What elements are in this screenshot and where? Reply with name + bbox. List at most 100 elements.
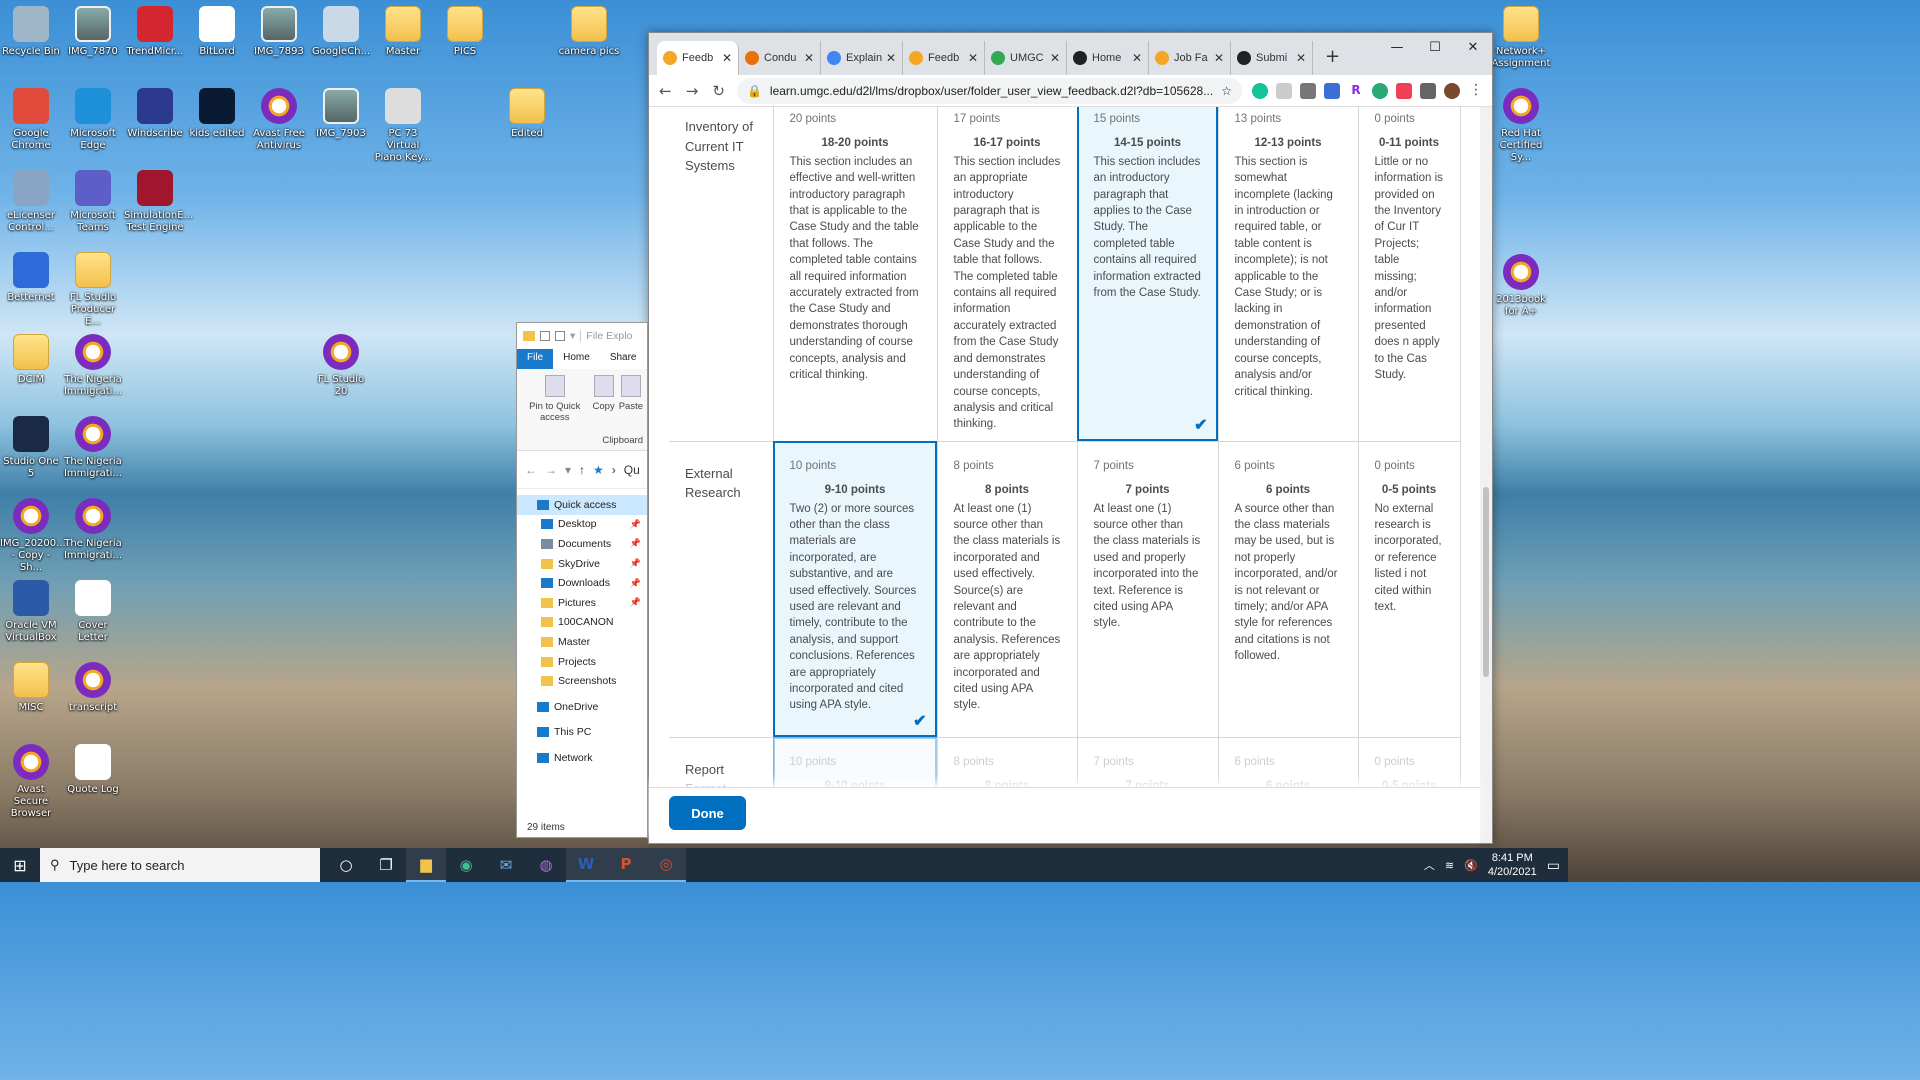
close-tab-icon[interactable]: ✕	[804, 51, 814, 65]
done-button[interactable]: Done	[669, 796, 746, 830]
close-tab-icon[interactable]: ✕	[1132, 51, 1142, 65]
desktop-icon[interactable]: PICS	[434, 6, 496, 58]
close-tab-icon[interactable]: ✕	[968, 51, 978, 65]
nav-item[interactable]: Network	[517, 748, 647, 768]
desktop-icon[interactable]: transcript	[62, 662, 124, 714]
chevron-up-icon[interactable]: ︿	[1424, 857, 1435, 873]
forward-icon[interactable]: →	[545, 463, 557, 477]
desktop-icon[interactable]: IMG_20200... - Copy - Sh...	[0, 498, 66, 574]
desktop-icon[interactable]: The Nigeria Immigrati...	[62, 334, 124, 398]
desktop-icon[interactable]: The Nigeria Immigrati...	[62, 416, 124, 480]
desktop-icon[interactable]: Microsoft Edge	[62, 88, 124, 152]
start-button[interactable]: ⊞	[0, 856, 40, 875]
desktop-icon[interactable]: TrendMicr...	[124, 6, 186, 58]
scrollbar-thumb[interactable]	[1483, 487, 1489, 677]
reload-icon[interactable]: ↻	[710, 82, 727, 100]
word-taskbar-icon[interactable]: W	[566, 848, 606, 882]
mail-taskbar-icon[interactable]: ✉	[486, 848, 526, 882]
close-tab-icon[interactable]: ✕	[1214, 51, 1224, 65]
nav-item[interactable]: Pictures 📌	[517, 593, 647, 613]
desktop-icon[interactable]: Network+ Assignment	[1490, 6, 1552, 70]
nav-item[interactable]: This PC	[517, 723, 647, 743]
desktop-icon[interactable]: The Nigeria Immigrati...	[62, 498, 124, 562]
ribbon-button[interactable]: Copy	[593, 375, 615, 444]
menu-kebab-icon[interactable]: ⋮	[1468, 83, 1484, 99]
desktop-icon[interactable]: Cover Letter	[62, 580, 124, 644]
browser-tab[interactable]: Feedb ✕	[657, 41, 739, 75]
browser-tab[interactable]: Condu ✕	[739, 41, 821, 75]
ribbon-tab[interactable]: Share	[600, 349, 647, 369]
new-folder-icon[interactable]	[555, 331, 565, 341]
powerpoint-taskbar-icon[interactable]: P	[606, 848, 646, 882]
nav-item[interactable]: 100CANON	[517, 613, 647, 633]
ribbon-tab[interactable]: Home	[553, 349, 600, 369]
desktop-icon[interactable]: Red Hat Certified Sy...	[1490, 88, 1552, 164]
desktop-icon[interactable]: Google Chrome	[0, 88, 62, 152]
pin-icon[interactable]: 📌	[630, 597, 641, 608]
nav-item[interactable]: Screenshots	[517, 671, 647, 691]
dropdown-icon[interactable]: ▾	[570, 330, 575, 342]
close-tab-icon[interactable]: ✕	[722, 51, 732, 65]
nav-item[interactable]: Desktop 📌	[517, 515, 647, 535]
taskbar-search[interactable]: ⚲ Type here to search	[40, 848, 320, 882]
nav-item[interactable]: OneDrive	[517, 697, 647, 717]
desktop-icon[interactable]: Studio One 5	[0, 416, 62, 480]
wifi-icon[interactable]: ≋	[1445, 859, 1454, 872]
pin-icon[interactable]: 📌	[630, 519, 641, 530]
cortana-icon[interactable]: ○	[326, 848, 366, 882]
close-tab-icon[interactable]: ✕	[1296, 51, 1306, 65]
minimize-button[interactable]: —	[1378, 33, 1416, 61]
desktop-icon[interactable]: DCIM	[0, 334, 62, 386]
nav-item[interactable]: Documents 📌	[517, 534, 647, 554]
desktop-icon[interactable]: SimulationE... Test Engine	[124, 170, 193, 234]
desktop-icon[interactable]: Betternet	[0, 252, 62, 304]
chrome-taskbar-icon[interactable]: ◎	[646, 848, 686, 882]
volume-mute-icon[interactable]: 🔇	[1464, 859, 1478, 872]
back-icon[interactable]: ←	[525, 463, 537, 477]
bookmark-star-icon[interactable]: ☆	[1221, 84, 1232, 98]
desktop-icon[interactable]: PC 73 Virtual Piano Key...	[372, 88, 434, 164]
desktop-icon[interactable]: Avast Free Antivirus	[248, 88, 310, 152]
desktop-icon[interactable]: kids edited	[186, 88, 248, 140]
nav-item[interactable]: SkyDrive 📌	[517, 554, 647, 574]
r-extension-icon[interactable]: R	[1347, 82, 1364, 99]
pin-icon[interactable]: 📌	[630, 558, 641, 569]
desktop-icon[interactable]: Windscribe	[124, 88, 186, 140]
desktop-icon[interactable]: camera pics	[558, 6, 620, 58]
browser-tab[interactable]: Feedb ✕	[903, 41, 985, 75]
grammarly-extension-icon[interactable]	[1251, 82, 1268, 99]
browser-tab[interactable]: Submi ✕	[1231, 41, 1313, 75]
avast-browser-taskbar-icon[interactable]: ◍	[526, 848, 566, 882]
desktop-icon[interactable]: Master	[372, 6, 434, 58]
extension-badge-icon[interactable]	[1323, 82, 1340, 99]
green-extension-icon[interactable]	[1371, 82, 1388, 99]
ribbon-tab[interactable]: File	[517, 349, 554, 369]
pin-icon[interactable]: 📌	[630, 578, 641, 589]
notifications-icon[interactable]: ▭	[1547, 857, 1560, 874]
nav-item[interactable]: Projects	[517, 652, 647, 672]
edge-taskbar-icon[interactable]: ◉	[446, 848, 486, 882]
browser-tab[interactable]: Explain ✕	[821, 41, 903, 75]
desktop-icon[interactable]: Edited	[496, 88, 558, 140]
desktop-icon[interactable]: Oracle VM VirtualBox	[0, 580, 62, 644]
maximize-button[interactable]: ☐	[1416, 33, 1454, 61]
up-icon[interactable]: ↑	[579, 463, 585, 477]
desktop-icon[interactable]: FL Studio 20	[310, 334, 372, 398]
browser-tab[interactable]: Home ✕	[1067, 41, 1149, 75]
nav-item[interactable]: Quick access	[517, 495, 647, 515]
browser-tab[interactable]: Job Fa ✕	[1149, 41, 1231, 75]
file-explorer-taskbar-icon[interactable]: ▆	[406, 848, 446, 882]
desktop-icon[interactable]: IMG_7903	[310, 88, 372, 140]
close-tab-icon[interactable]: ✕	[886, 51, 896, 65]
note-extension-icon[interactable]	[1299, 82, 1316, 99]
desktop-icon[interactable]: Quote Log	[62, 744, 124, 796]
close-tab-icon[interactable]: ✕	[1050, 51, 1060, 65]
nav-item[interactable]: Downloads 📌	[517, 573, 647, 593]
close-button[interactable]: ✕	[1454, 33, 1492, 61]
screenshot-extension-icon[interactable]	[1275, 82, 1292, 99]
clock[interactable]: 8:41 PM 4/20/2021	[1488, 851, 1537, 879]
desktop-icon[interactable]: eLicenser Control...	[0, 170, 62, 234]
recent-dropdown-icon[interactable]: ▾	[565, 463, 571, 477]
puzzle-extensions-icon[interactable]	[1419, 82, 1436, 99]
forward-icon[interactable]: →	[684, 82, 701, 100]
